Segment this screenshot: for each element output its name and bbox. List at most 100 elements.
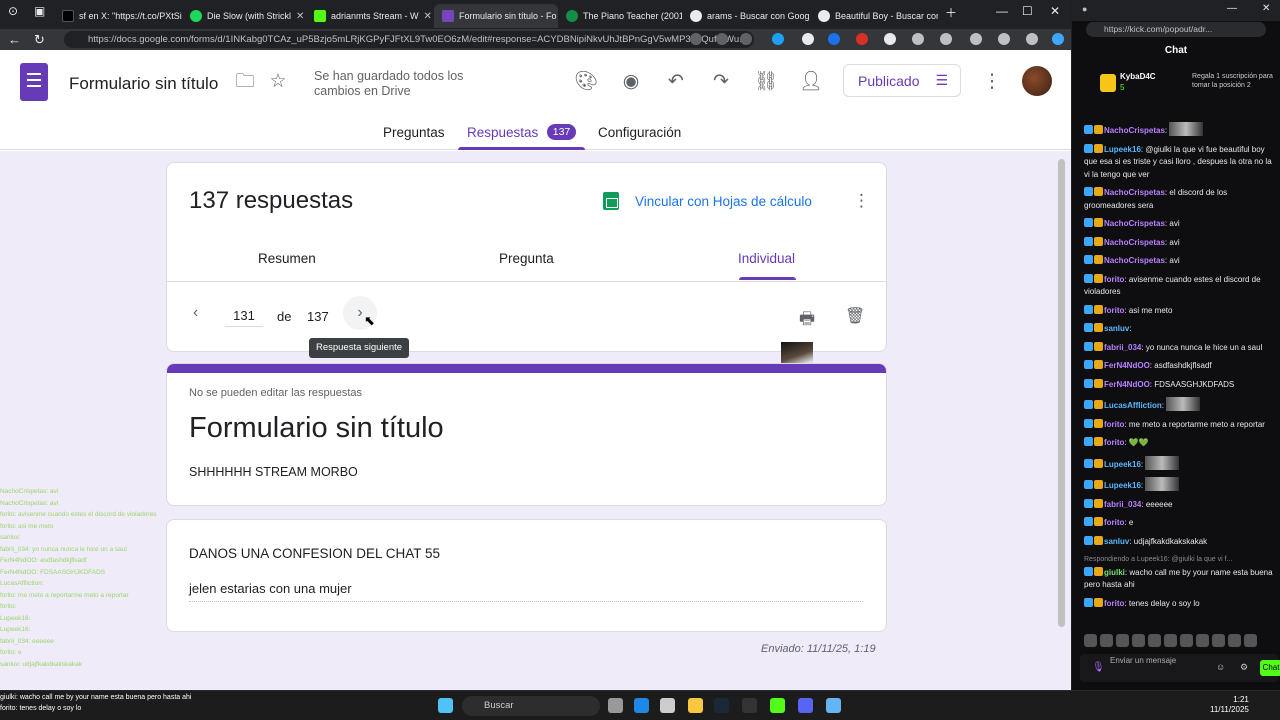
maximize-icon[interactable]: ☐ [1022,4,1033,18]
chat-message[interactable]: Lupeek16: @giulki la que vi fue beautifu… [1084,143,1276,182]
edge-icon[interactable] [634,698,649,713]
steam-icon[interactable] [714,698,729,713]
extension-icon[interactable] [772,33,784,45]
chat-username[interactable]: fabrii_034 [1104,343,1141,352]
taskbar-search[interactable]: Buscar [462,696,600,716]
tab-twitter[interactable]: sf en X: "https://t.co/PXtSi ✕ [54,4,182,28]
subtab-individual[interactable]: Individual [738,251,795,266]
tab-respuestas[interactable]: Respuestas [467,125,538,140]
scrollbar[interactable] [1058,159,1065,627]
chat-message[interactable]: NachoCrispetas: [1084,122,1276,138]
tab-movie[interactable]: The Piano Teacher (2001) ✕ [558,4,682,28]
chat-username[interactable]: fabrii_034 [1104,500,1141,509]
chat-message[interactable]: forito: me meto a reportarme meto a repo… [1084,418,1276,432]
chat-message[interactable]: FerN4NdOO: FDSAASGHJKDFADS [1084,378,1276,392]
extension-icon[interactable] [828,33,840,45]
browser-menu-icon[interactable]: ⊙ [8,4,18,18]
chat-username[interactable]: Lupeek16 [1104,481,1141,490]
chat-message[interactable]: LucasAffliction: [1084,397,1276,413]
chat-message[interactable]: forito: 💚💚 [1084,437,1276,450]
back-icon[interactable]: ← [8,32,21,47]
more-vert-icon[interactable]: ⋮ [980,70,1004,94]
emote-icon[interactable] [1148,634,1161,647]
chat-username[interactable]: forito [1104,599,1124,608]
emote-icon[interactable] [1196,634,1209,647]
menu-icon[interactable] [1026,33,1038,45]
prev-response-icon[interactable]: ‹ [193,304,198,322]
emote-icon[interactable] [1100,634,1113,647]
chat-username[interactable]: sanluv [1104,324,1129,333]
chrome-icon[interactable] [742,698,757,713]
chat-username[interactable]: NachoCrispetas [1104,256,1165,265]
preview-eye-icon[interactable]: ◉ [619,70,643,94]
puzzle-icon[interactable] [940,33,952,45]
chat-username[interactable]: FerN4NdOO [1104,380,1150,389]
tab-spotify[interactable]: Die Slow (with Strickl ✕ [182,4,306,28]
chat-message[interactable]: NachoCrispetas: avi [1084,236,1276,250]
folder-icon[interactable]: 🗀 [233,70,257,94]
search-page-icon[interactable] [690,33,702,45]
close-icon[interactable]: ✕ [424,11,432,22]
chat-input[interactable]: 🎙︎ Enviar un mensaje ☺ ⚙ [1080,654,1278,682]
chat-username[interactable]: forito [1104,438,1124,447]
chat-username[interactable]: NachoCrispetas [1104,126,1165,135]
chat-message[interactable]: Respondiendo a Lupeek16: @giulki la que … [1084,554,1276,592]
bookmark-star-icon[interactable] [740,33,752,45]
chat-message[interactable]: forito: tenes delay o soy lo [1084,597,1276,611]
emote-icon[interactable] [1244,634,1257,647]
store-icon[interactable] [660,698,675,713]
palette-icon[interactable]: 🎨︎ [574,70,598,94]
chat-username[interactable]: giulki [1104,568,1125,577]
tab-google-search-1[interactable]: arams - Buscar con Googl ✕ [682,4,810,28]
chat-message[interactable]: fabrii_034: eeeeee [1084,498,1276,512]
emote-icon[interactable] [1164,634,1177,647]
new-tab-icon[interactable]: ＋ [945,4,957,21]
extension-icon[interactable] [856,33,868,45]
chat-message[interactable]: sanluv: udjajfkakdkakskakak [1084,535,1276,549]
chat-username[interactable]: sanluv [1104,537,1129,546]
chat-username[interactable]: forito [1104,518,1124,527]
chat-message[interactable]: NachoCrispetas: avi [1084,218,1276,231]
extension-icon[interactable] [884,33,896,45]
kick-app-icon[interactable] [770,698,785,713]
chat-message[interactable]: sanluv: [1084,323,1276,336]
redo-icon[interactable]: ↷ [709,70,733,94]
task-view-icon[interactable] [608,698,623,713]
favorites-icon[interactable] [970,33,982,45]
popout-url[interactable]: https://kick.com/popout/adr... [1086,22,1266,37]
chat-username[interactable]: FerN4NdOO [1104,361,1150,370]
tab-forms[interactable]: Formulario sin título - Fo ✕ [434,4,558,28]
minimize-icon[interactable]: — [996,4,1008,18]
subtab-resumen[interactable]: Resumen [258,251,316,266]
subtab-pregunta[interactable]: Pregunta [499,251,554,266]
settings-icon[interactable]: ⚙ [1240,662,1248,673]
profile-icon[interactable] [998,33,1010,45]
chat-message[interactable]: forito: avisenme cuando estes el discord… [1084,273,1276,299]
file-explorer-icon[interactable] [688,698,703,713]
chat-message[interactable]: NachoCrispetas: avi [1084,255,1276,268]
extension-icon[interactable] [802,33,814,45]
copilot-icon[interactable] [1052,33,1064,45]
extension-icon[interactable] [912,33,924,45]
doc-title[interactable]: Formulario sin título [69,74,218,94]
tab-preguntas[interactable]: Preguntas [383,125,445,140]
delete-icon[interactable]: 🗑 [845,306,865,326]
translate-icon[interactable] [716,33,728,45]
discord-icon[interactable] [798,698,813,713]
chat-username[interactable]: forito [1104,420,1124,429]
chat-message[interactable]: Lupeek16: [1084,455,1276,472]
url-input[interactable]: https://docs.google.com/forms/d/1INKabg0… [64,31,754,48]
reload-icon[interactable]: ↻ [34,32,45,48]
response-index-input[interactable]: 131 [225,308,263,327]
tab-configuracion[interactable]: Configuración [598,125,681,140]
emote-icon[interactable] [1084,634,1097,647]
chat-username[interactable]: forito [1104,275,1124,284]
close-window-icon[interactable]: ✕ [1262,3,1270,14]
add-collaborator-icon[interactable]: 👤︎ [799,70,823,94]
emote-icon[interactable] [1228,634,1241,647]
chat-message[interactable]: NachoCrispetas: el discord de los groome… [1084,187,1276,212]
chat-message[interactable]: forito: e [1084,517,1276,530]
chat-username[interactable]: LucasAffliction [1104,401,1162,410]
chat-message[interactable]: Lupeek16: [1084,477,1276,493]
link-icon[interactable]: ⛓ [754,70,778,94]
